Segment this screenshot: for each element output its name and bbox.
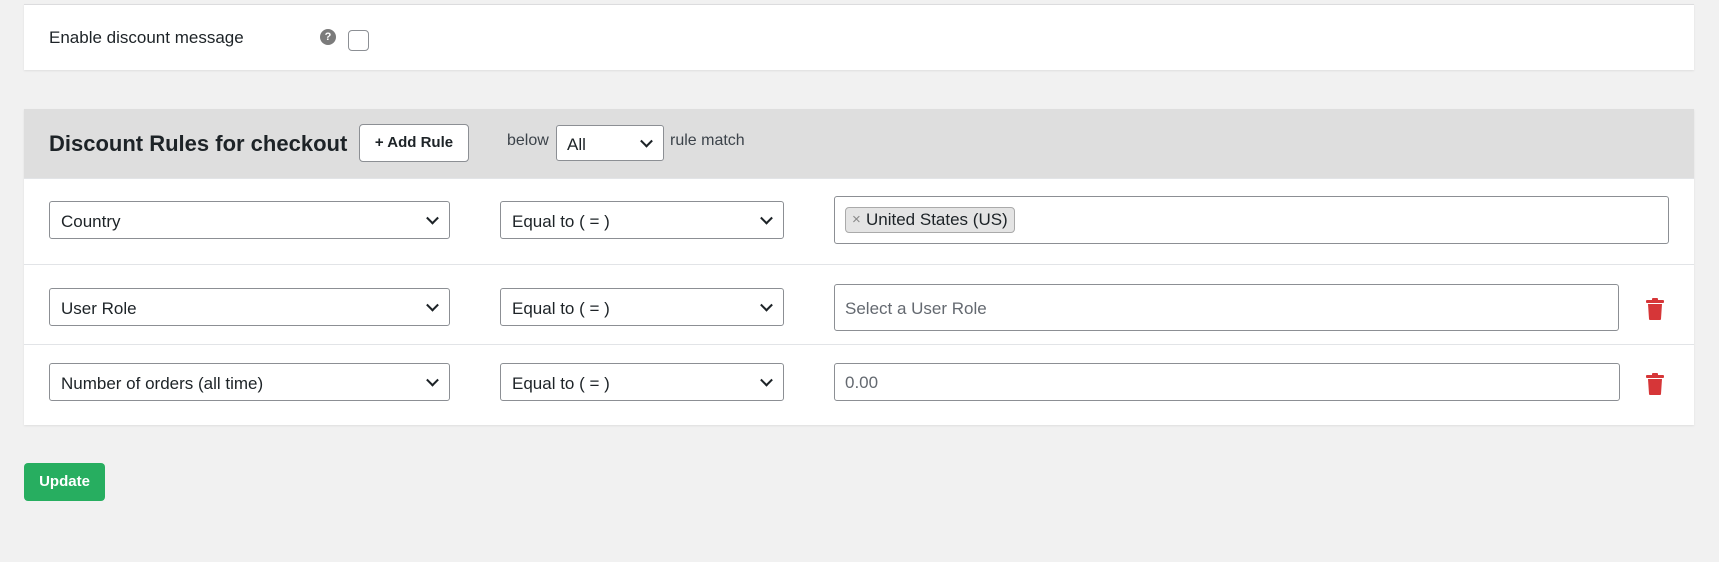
rule-field-select[interactable]: Country bbox=[49, 201, 450, 239]
rule-field-value: User Role bbox=[61, 299, 137, 318]
rule-match-value: All bbox=[567, 135, 586, 154]
rule-operator-select[interactable]: Equal to ( = ) bbox=[500, 288, 784, 326]
rule-operator-value: Equal to ( = ) bbox=[512, 299, 610, 318]
country-tag-label: United States (US) bbox=[866, 210, 1008, 229]
chevron-down-icon bbox=[760, 373, 773, 387]
rule-operator-select[interactable]: Equal to ( = ) bbox=[500, 201, 784, 239]
rules-title: Discount Rules for checkout bbox=[49, 131, 348, 156]
country-multiselect[interactable]: × United States (US) bbox=[834, 196, 1669, 244]
user-role-multiselect[interactable]: Select a User Role bbox=[834, 284, 1619, 331]
chevron-down-icon bbox=[426, 211, 439, 225]
enable-discount-checkbox[interactable] bbox=[348, 30, 369, 51]
rule-row: User Role Equal to ( = ) Select a User R… bbox=[24, 264, 1694, 344]
trash-icon[interactable] bbox=[1646, 298, 1664, 320]
orders-count-input[interactable]: 0.00 bbox=[834, 363, 1620, 401]
below-text: below bbox=[507, 132, 549, 149]
chevron-down-icon bbox=[426, 373, 439, 387]
rule-field-select[interactable]: Number of orders (all time) bbox=[49, 363, 450, 401]
user-role-placeholder: Select a User Role bbox=[845, 299, 987, 318]
rule-field-value: Country bbox=[61, 212, 121, 231]
rule-field-value: Number of orders (all time) bbox=[61, 374, 264, 393]
rule-field-select[interactable]: User Role bbox=[49, 288, 450, 326]
rule-match-text: rule match bbox=[670, 132, 745, 149]
remove-tag-icon[interactable]: × bbox=[852, 208, 861, 232]
help-icon[interactable]: ? bbox=[320, 29, 336, 45]
discount-message-panel: Enable discount message ? bbox=[24, 4, 1694, 70]
update-button[interactable]: Update bbox=[24, 463, 105, 501]
add-rule-button[interactable]: + Add Rule bbox=[359, 124, 469, 162]
chevron-down-icon bbox=[760, 298, 773, 312]
orders-count-placeholder: 0.00 bbox=[845, 373, 879, 392]
chevron-down-icon bbox=[640, 134, 653, 148]
chevron-down-icon bbox=[760, 211, 773, 225]
discount-rules-panel: Discount Rules for checkout + Add Rule b… bbox=[24, 109, 1694, 425]
rule-row: Country Equal to ( = ) × United States (… bbox=[24, 178, 1694, 264]
rule-operator-select[interactable]: Equal to ( = ) bbox=[500, 363, 784, 401]
trash-icon[interactable] bbox=[1646, 373, 1664, 395]
chevron-down-icon bbox=[426, 298, 439, 312]
country-tag: × United States (US) bbox=[845, 207, 1015, 233]
rule-operator-value: Equal to ( = ) bbox=[512, 374, 610, 393]
rules-header: Discount Rules for checkout + Add Rule b… bbox=[24, 109, 1694, 178]
rule-match-select[interactable]: All bbox=[556, 125, 664, 161]
rule-operator-value: Equal to ( = ) bbox=[512, 212, 610, 231]
enable-discount-label: Enable discount message bbox=[49, 28, 244, 47]
rule-row: Number of orders (all time) Equal to ( =… bbox=[24, 344, 1694, 425]
